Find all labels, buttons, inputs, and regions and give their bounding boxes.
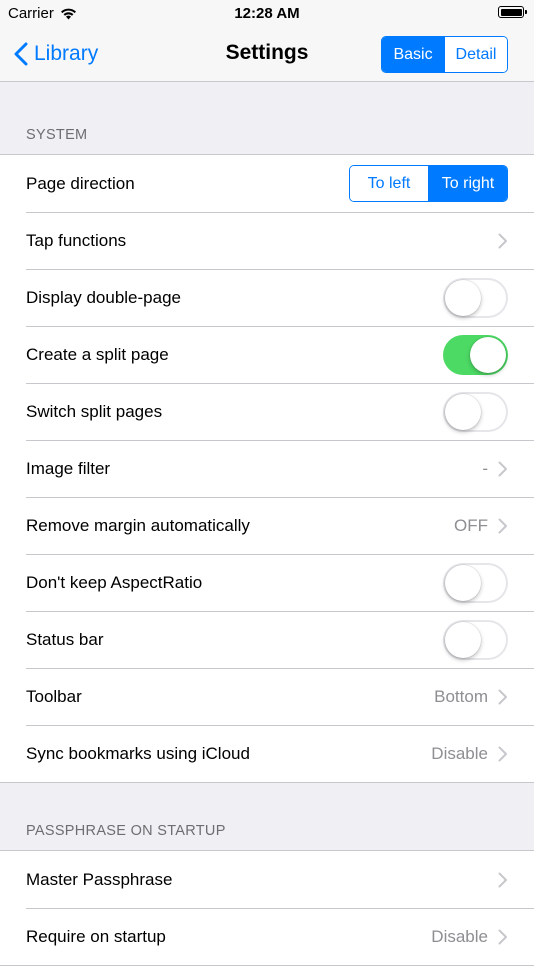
- navigation-bar: Library Settings Basic Detail: [0, 28, 534, 82]
- segment-to-right[interactable]: To right: [428, 166, 507, 201]
- chevron-right-icon: [498, 929, 508, 945]
- row-label: Master Passphrase: [26, 869, 173, 889]
- row-status-bar: Status bar: [0, 611, 534, 668]
- row-value: Bottom: [434, 686, 488, 706]
- segment-to-left[interactable]: To left: [350, 166, 428, 201]
- row-image-filter[interactable]: Image filter -: [0, 440, 534, 497]
- row-value: Disable: [431, 926, 488, 946]
- row-label: Toolbar: [26, 686, 82, 706]
- system-settings-group: Page direction To left To right Tap func…: [0, 154, 534, 783]
- row-label: Tap functions: [26, 230, 127, 250]
- create-split-page-toggle[interactable]: [443, 334, 508, 375]
- row-value: -: [482, 458, 488, 478]
- keep-aspect-ratio-toggle[interactable]: [443, 562, 508, 603]
- chevron-right-icon: [498, 746, 508, 762]
- mode-segmented-control: Basic Detail: [381, 36, 508, 73]
- row-page-direction: Page direction To left To right: [0, 155, 534, 212]
- row-tap-functions[interactable]: Tap functions: [0, 212, 534, 269]
- row-label: Create a split page: [26, 344, 169, 364]
- section-header-passphrase: PASSPHRASE ON STARTUP: [26, 823, 226, 839]
- row-switch-split-pages: Switch split pages: [0, 383, 534, 440]
- chevron-right-icon: [498, 233, 508, 249]
- row-master-passphrase[interactable]: Master Passphrase: [0, 851, 534, 908]
- row-label: Display double-page: [26, 287, 181, 307]
- row-create-split-page: Create a split page: [0, 326, 534, 383]
- row-label: Sync bookmarks using iCloud: [26, 743, 250, 763]
- row-require-on-startup[interactable]: Require on startup Disable: [0, 908, 534, 965]
- switch-split-pages-toggle[interactable]: [443, 391, 508, 432]
- row-label: Status bar: [26, 629, 104, 649]
- row-value: Disable: [431, 743, 488, 763]
- status-bar: Carrier 12:28 AM: [0, 0, 534, 28]
- passphrase-settings-group: Master Passphrase Require on startup Dis…: [0, 850, 534, 966]
- battery-icon: [498, 6, 527, 18]
- row-label: Remove margin automatically: [26, 515, 250, 535]
- page-direction-segmented-control: To left To right: [349, 165, 508, 202]
- segment-detail[interactable]: Detail: [444, 37, 507, 72]
- row-label: Page direction: [26, 173, 135, 193]
- row-display-double-page: Display double-page: [0, 269, 534, 326]
- row-label: Don't keep AspectRatio: [26, 572, 203, 592]
- row-value: OFF: [454, 515, 488, 535]
- section-header-system: SYSTEM: [26, 127, 88, 143]
- row-label: Require on startup: [26, 926, 166, 946]
- row-sync-bookmarks[interactable]: Sync bookmarks using iCloud Disable: [0, 725, 534, 782]
- row-toolbar[interactable]: Toolbar Bottom: [0, 668, 534, 725]
- chevron-right-icon: [498, 461, 508, 477]
- segment-basic[interactable]: Basic: [382, 37, 444, 72]
- chevron-right-icon: [498, 689, 508, 705]
- row-label: Switch split pages: [26, 401, 163, 421]
- display-double-page-toggle[interactable]: [443, 277, 508, 318]
- row-label: Image filter: [26, 458, 111, 478]
- row-keep-aspect-ratio: Don't keep AspectRatio: [0, 554, 534, 611]
- chevron-right-icon: [498, 872, 508, 888]
- status-bar-toggle[interactable]: [443, 619, 508, 660]
- row-remove-margin[interactable]: Remove margin automatically OFF: [0, 497, 534, 554]
- chevron-right-icon: [498, 518, 508, 534]
- status-clock: 12:28 AM: [234, 5, 300, 22]
